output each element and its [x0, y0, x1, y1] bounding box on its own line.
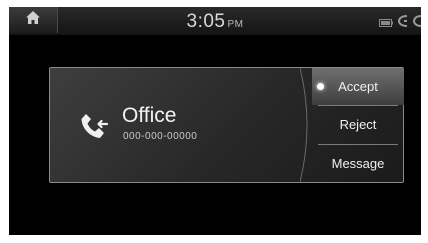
clock-ampm: PM — [227, 19, 244, 30]
reject-label: Reject — [339, 117, 377, 132]
battery-icon — [379, 14, 393, 32]
screen: 3:05 PM Office 000-000-00000 Accept Reje… — [9, 7, 421, 235]
message-label: Message — [331, 156, 385, 171]
caller-number: 000-000-00000 — [123, 131, 198, 142]
call-actions: Accept Reject Message — [312, 68, 404, 182]
selection-dot — [317, 83, 324, 90]
accept-label: Accept — [338, 79, 378, 94]
clock: 3:05 PM — [9, 11, 421, 33]
message-button[interactable]: Message — [312, 145, 404, 182]
call-icon — [412, 14, 421, 32]
incoming-call-dialog: Office 000-000-00000 Accept Reject Messa… — [49, 67, 404, 183]
accept-button[interactable]: Accept — [312, 68, 404, 105]
status-icons — [379, 14, 421, 32]
status-bar: 3:05 PM — [9, 7, 421, 35]
reject-button[interactable]: Reject — [312, 106, 404, 143]
caller-name: Office — [122, 104, 177, 127]
clock-time: 3:05 — [186, 11, 226, 32]
incoming-call-icon — [74, 110, 110, 146]
signal-icon — [397, 14, 408, 32]
